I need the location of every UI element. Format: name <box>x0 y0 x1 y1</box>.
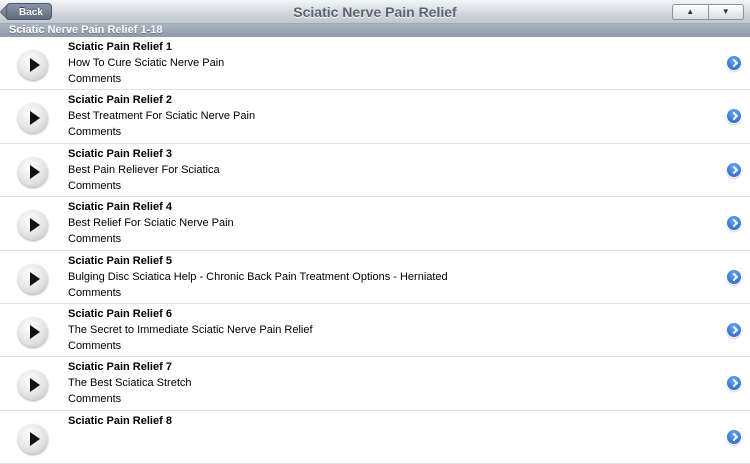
item-comments: Comments <box>68 233 122 246</box>
item-comments: Comments <box>68 286 122 299</box>
play-icon[interactable] <box>18 370 48 401</box>
item-subtitle: Best Pain Reliever For Sciatica <box>68 163 220 176</box>
previous-arrow-button[interactable]: ▲ <box>673 5 709 19</box>
list-item[interactable]: Sciatic Pain Relief 7 The Best Sciatica … <box>0 357 750 411</box>
video-list: Sciatic Pain Relief 1 How To Cure Sciati… <box>0 37 750 464</box>
item-title: Sciatic Pain Relief 8 <box>68 414 172 427</box>
item-title: Sciatic Pain Relief 3 <box>68 147 172 160</box>
prev-next-segmented-control: ▲ ▼ <box>672 4 744 20</box>
list-item[interactable]: Sciatic Pain Relief 4 Best Relief For Sc… <box>0 197 750 251</box>
item-comments: Comments <box>68 339 122 352</box>
detail-disclosure-icon[interactable] <box>727 56 741 70</box>
play-icon[interactable] <box>18 103 48 134</box>
item-title: Sciatic Pain Relief 4 <box>68 201 172 214</box>
item-comments: Comments <box>68 179 122 192</box>
play-icon[interactable] <box>18 263 48 294</box>
detail-disclosure-icon[interactable] <box>727 376 741 391</box>
section-header: Sciatic Nerve Pain Relief 1-18 <box>0 24 750 37</box>
item-title: Sciatic Pain Relief 5 <box>68 254 172 267</box>
list-item[interactable]: Sciatic Pain Relief 2 Best Treatment For… <box>0 90 750 144</box>
next-arrow-button[interactable]: ▼ <box>709 5 744 19</box>
item-title: Sciatic Pain Relief 1 <box>68 41 172 53</box>
play-icon[interactable] <box>18 210 48 241</box>
item-subtitle: Best Relief For Sciatic Nerve Pain <box>68 217 234 230</box>
item-title: Sciatic Pain Relief 6 <box>68 307 172 320</box>
item-comments: Comments <box>68 126 122 139</box>
item-subtitle: The Secret to Immediate Sciatic Nerve Pa… <box>68 323 313 336</box>
item-subtitle: The Best Sciatica Stretch <box>68 377 192 390</box>
play-icon[interactable] <box>18 50 48 80</box>
page-title: Sciatic Nerve Pain Relief <box>293 4 457 20</box>
detail-disclosure-icon[interactable] <box>727 162 741 177</box>
list-item[interactable]: Sciatic Pain Relief 1 How To Cure Sciati… <box>0 37 750 91</box>
detail-disclosure-icon[interactable] <box>727 429 741 444</box>
list-item[interactable]: Sciatic Pain Relief 5 Bulging Disc Sciat… <box>0 251 750 304</box>
detail-disclosure-icon[interactable] <box>727 269 741 284</box>
play-icon[interactable] <box>18 156 48 187</box>
detail-disclosure-icon[interactable] <box>727 216 741 231</box>
play-icon[interactable] <box>18 423 48 454</box>
play-icon[interactable] <box>18 316 48 347</box>
item-subtitle: Best Treatment For Sciatic Nerve Pain <box>68 110 256 123</box>
detail-disclosure-icon[interactable] <box>727 322 741 337</box>
item-title: Sciatic Pain Relief 7 <box>68 361 172 374</box>
item-comments: Comments <box>68 393 122 406</box>
item-subtitle: How To Cure Sciatic Nerve Pain <box>68 57 225 69</box>
detail-disclosure-icon[interactable] <box>727 109 741 124</box>
item-title: Sciatic Pain Relief 2 <box>68 94 172 107</box>
list-item[interactable]: Sciatic Pain Relief 6 The Secret to Imme… <box>0 304 750 358</box>
item-subtitle: Bulging Disc Sciatica Help - Chronic Bac… <box>68 270 448 283</box>
back-button[interactable]: Back <box>6 3 52 20</box>
list-item[interactable]: Sciatic Pain Relief 8 <box>0 411 750 464</box>
list-item[interactable]: Sciatic Pain Relief 3 Best Pain Reliever… <box>0 144 750 198</box>
item-comments: Comments <box>68 73 122 85</box>
navigation-bar: Back Sciatic Nerve Pain Relief ▲ ▼ <box>0 0 750 24</box>
